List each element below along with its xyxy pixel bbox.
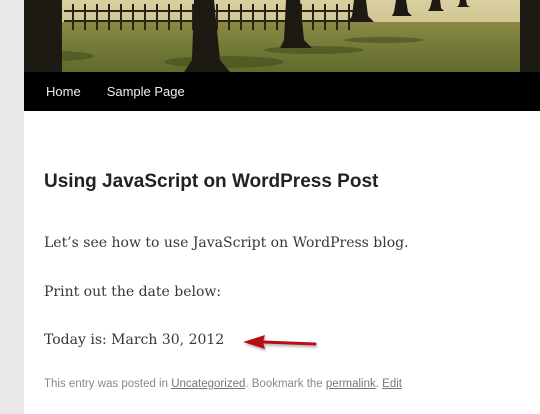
meta-middle: . Bookmark the — [245, 378, 326, 390]
header-photo — [24, 0, 540, 72]
nav-item-sample-page[interactable]: Sample Page — [94, 84, 198, 99]
main-nav: Home Sample Page — [24, 72, 540, 111]
post-paragraph-print-date: Print out the date below: — [44, 284, 222, 300]
page: Home Sample Page Using JavaScript on Wor… — [24, 0, 540, 414]
permalink-link[interactable]: permalink — [326, 378, 376, 390]
post-paragraph-intro: Let’s see how to use JavaScript on WordP… — [44, 235, 409, 251]
post-title[interactable]: Using JavaScript on WordPress Post — [44, 171, 378, 193]
meta-prefix: This entry was posted in — [44, 378, 172, 390]
category-link[interactable]: Uncategorized — [171, 378, 245, 390]
nav-item-home[interactable]: Home — [24, 84, 94, 99]
red-arrow-icon — [239, 332, 319, 361]
header-image[interactable] — [24, 0, 540, 72]
post-paragraph-today-date: Today is: March 30, 2012 — [44, 332, 225, 348]
edit-link[interactable]: Edit — [382, 378, 402, 390]
post-meta: This entry was posted in Uncategorized. … — [44, 378, 402, 390]
